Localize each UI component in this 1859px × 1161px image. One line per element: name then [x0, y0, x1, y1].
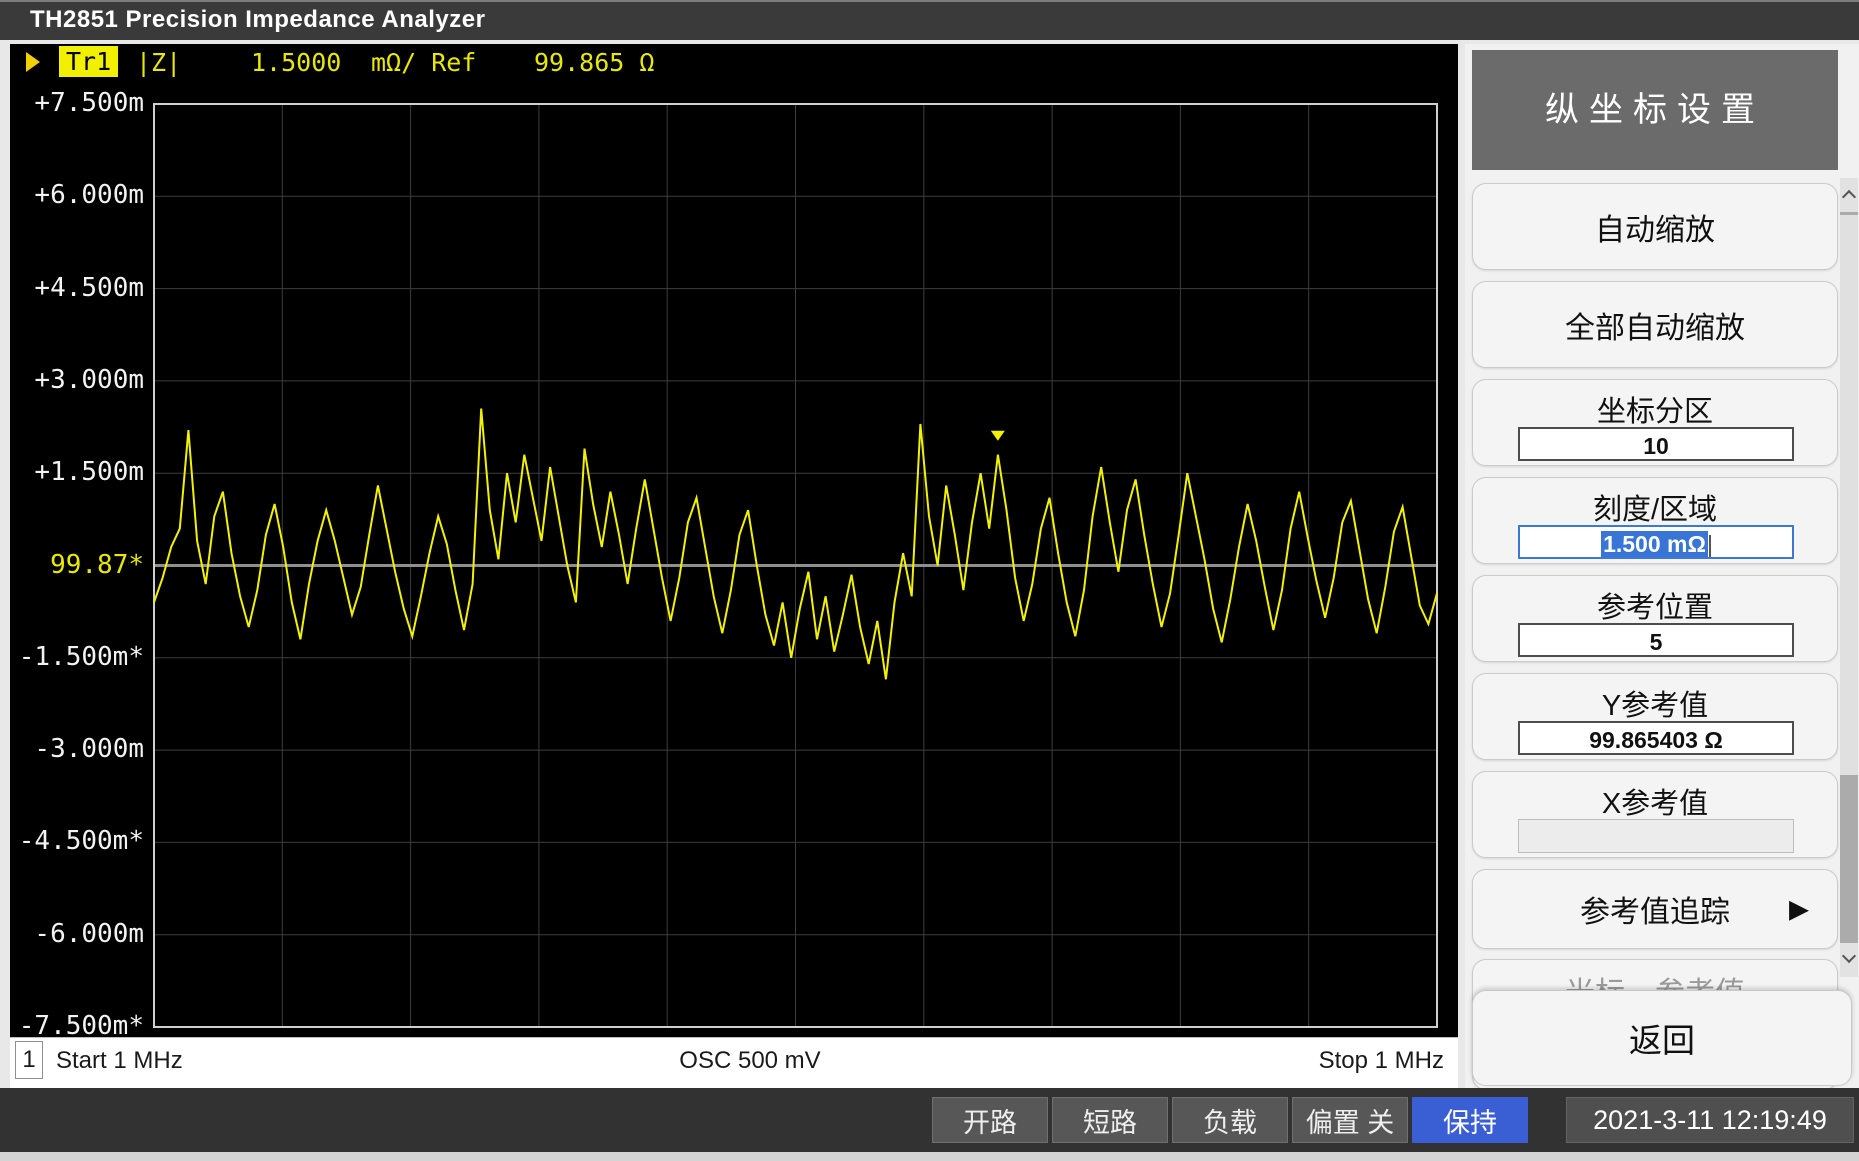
text-caret	[1709, 535, 1711, 557]
window-title: TH2851 Precision Impedance Analyzer	[30, 6, 485, 34]
field-label: Y参考值	[1473, 682, 1837, 724]
panel-item-field-3[interactable]: 坐标分区10	[1472, 379, 1838, 466]
statusbar-button-2[interactable]: 短路	[1052, 1097, 1168, 1143]
panel-button-label: 自动缩放	[1473, 184, 1837, 269]
field-input[interactable]: 1.500 mΩ	[1518, 525, 1794, 559]
sweep-stop-label: Stop 1 MHz	[1319, 1047, 1444, 1075]
status-bar: 开路短路负载偏置 关保持 2021-3-11 12:19:49	[0, 1088, 1859, 1152]
panel-item-button-2[interactable]: 全部自动缩放	[1472, 281, 1838, 368]
field-input[interactable]: 10	[1518, 427, 1794, 461]
field-label: X参考值	[1473, 780, 1837, 822]
statusbar-button-1[interactable]: 开路	[932, 1097, 1048, 1143]
chevron-up-icon	[1842, 190, 1856, 204]
osc-level-label: OSC 500 mV	[630, 1047, 870, 1075]
panel-button-label: 参考值追踪	[1473, 870, 1837, 948]
panel-item-field-6[interactable]: Y参考值99.865403 Ω	[1472, 673, 1838, 760]
panel-button-label: 全部自动缩放	[1473, 282, 1837, 367]
field-input	[1518, 819, 1794, 853]
x-axis-strip: 1 Start 1 MHz OSC 500 mV Stop 1 MHz	[10, 1037, 1458, 1088]
trace-marker-icon	[991, 431, 1005, 441]
scroll-up-button[interactable]	[1840, 178, 1858, 212]
selected-text: 1.500 mΩ	[1601, 531, 1708, 557]
panel-item-button-8[interactable]: 参考值追踪▶	[1472, 869, 1838, 949]
panel-item-field-5[interactable]: 参考位置5	[1472, 575, 1838, 662]
field-label: 坐标分区	[1473, 388, 1837, 430]
submenu-arrow-icon: ▶	[1789, 894, 1809, 925]
graticule-and-trace	[10, 44, 1458, 1037]
back-button[interactable]: 返回	[1472, 990, 1852, 1086]
panel-item-button-1[interactable]: 自动缩放	[1472, 183, 1838, 270]
field-label: 刻度/区域	[1473, 486, 1837, 528]
statusbar-button-4[interactable]: 偏置 关	[1292, 1097, 1408, 1143]
field-label: 参考位置	[1473, 584, 1837, 626]
side-panel: 纵坐标设置 自动缩放全部自动缩放坐标分区10刻度/区域1.500 mΩ参考位置5…	[1465, 44, 1859, 1088]
panel-item-field-7: X参考值	[1472, 771, 1838, 858]
panel-item-field-4[interactable]: 刻度/区域 1.500 mΩ	[1472, 477, 1838, 564]
panel-scrollbar[interactable]	[1840, 178, 1858, 977]
plot-area: Tr1 |Z| 1.5000 mΩ/ Ref 99.865 Ω +7.500m+…	[10, 44, 1458, 1037]
chevron-down-icon	[1842, 949, 1856, 963]
side-panel-title: 纵坐标设置	[1472, 50, 1838, 170]
scroll-down-button[interactable]	[1840, 943, 1858, 977]
title-bar: TH2851 Precision Impedance Analyzer	[0, 0, 1859, 40]
trace-number-box: 1	[15, 1041, 43, 1079]
app-window: TH2851 Precision Impedance Analyzer Tr1 …	[0, 0, 1859, 1161]
statusbar-button-3[interactable]: 负载	[1172, 1097, 1288, 1143]
window-bottom-edge	[0, 1152, 1859, 1161]
clock-display: 2021-3-11 12:19:49	[1566, 1097, 1854, 1143]
field-input[interactable]: 5	[1518, 623, 1794, 657]
sweep-start-label: Start 1 MHz	[56, 1047, 183, 1075]
scrollbar-thumb[interactable]	[1840, 215, 1858, 775]
field-input[interactable]: 99.865403 Ω	[1518, 721, 1794, 755]
statusbar-button-5[interactable]: 保持	[1412, 1097, 1528, 1143]
